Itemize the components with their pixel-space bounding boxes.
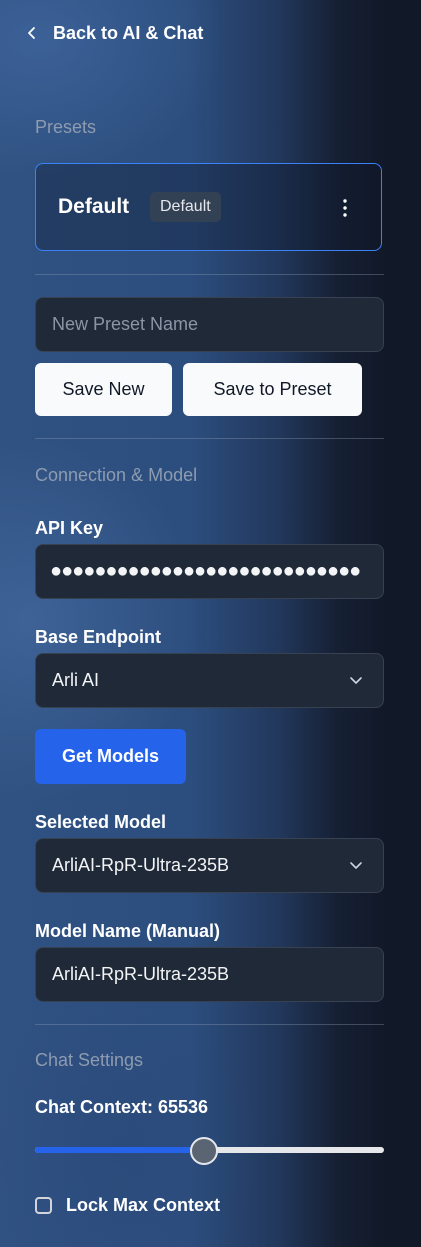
api-key-masked-value: ●●●●●●●●●●●●●●●●●●●●●●●●●●●● <box>50 560 361 582</box>
chat-context-label: Chat Context: 65536 <box>35 1097 209 1117</box>
base-endpoint-select[interactable]: Arli AI <box>35 653 384 708</box>
chat-settings-section-title: Chat Settings <box>35 1050 144 1070</box>
more-options-icon[interactable] <box>341 198 349 218</box>
back-button[interactable]: Back to AI & Chat <box>25 18 203 48</box>
divider <box>35 438 384 439</box>
model-name-input[interactable] <box>35 947 384 1002</box>
selected-model-label: Selected Model <box>35 812 167 832</box>
back-label: Back to AI & Chat <box>53 22 204 43</box>
chevron-down-icon <box>350 677 362 684</box>
base-endpoint-value: Arli AI <box>52 670 100 690</box>
api-key-input[interactable]: ●●●●●●●●●●●●●●●●●●●●●●●●●●●● <box>35 544 384 599</box>
save-to-preset-button[interactable]: Save to Preset <box>183 363 362 416</box>
chat-context-slider[interactable] <box>35 1137 384 1165</box>
slider-thumb[interactable] <box>190 1137 218 1165</box>
lock-max-context-checkbox[interactable] <box>35 1197 52 1214</box>
lock-max-context-label: Lock Max Context <box>66 1195 221 1215</box>
api-key-label: API Key <box>35 518 104 538</box>
chevron-down-icon <box>350 862 362 869</box>
divider <box>35 1024 384 1025</box>
save-new-button[interactable]: Save New <box>35 363 172 416</box>
default-badge: Default <box>150 192 221 222</box>
chevron-left-icon <box>28 27 35 39</box>
lock-max-context-toggle[interactable]: Lock Max Context <box>35 1195 220 1216</box>
divider <box>35 274 384 275</box>
preset-name: Default <box>58 195 130 218</box>
new-preset-name-input[interactable] <box>35 297 384 352</box>
base-endpoint-label: Base Endpoint <box>35 627 162 647</box>
selected-model-select[interactable]: ArliAI-RpR-Ultra-235B <box>35 838 384 893</box>
selected-model-value: ArliAI-RpR-Ultra-235B <box>52 855 230 875</box>
get-models-button[interactable]: Get Models <box>35 729 186 784</box>
model-name-label: Model Name (Manual) <box>35 921 221 941</box>
presets-section-title: Presets <box>35 117 97 137</box>
preset-card-default[interactable]: Default Default <box>35 163 382 251</box>
connection-section-title: Connection & Model <box>35 465 198 485</box>
slider-fill <box>35 1147 203 1153</box>
